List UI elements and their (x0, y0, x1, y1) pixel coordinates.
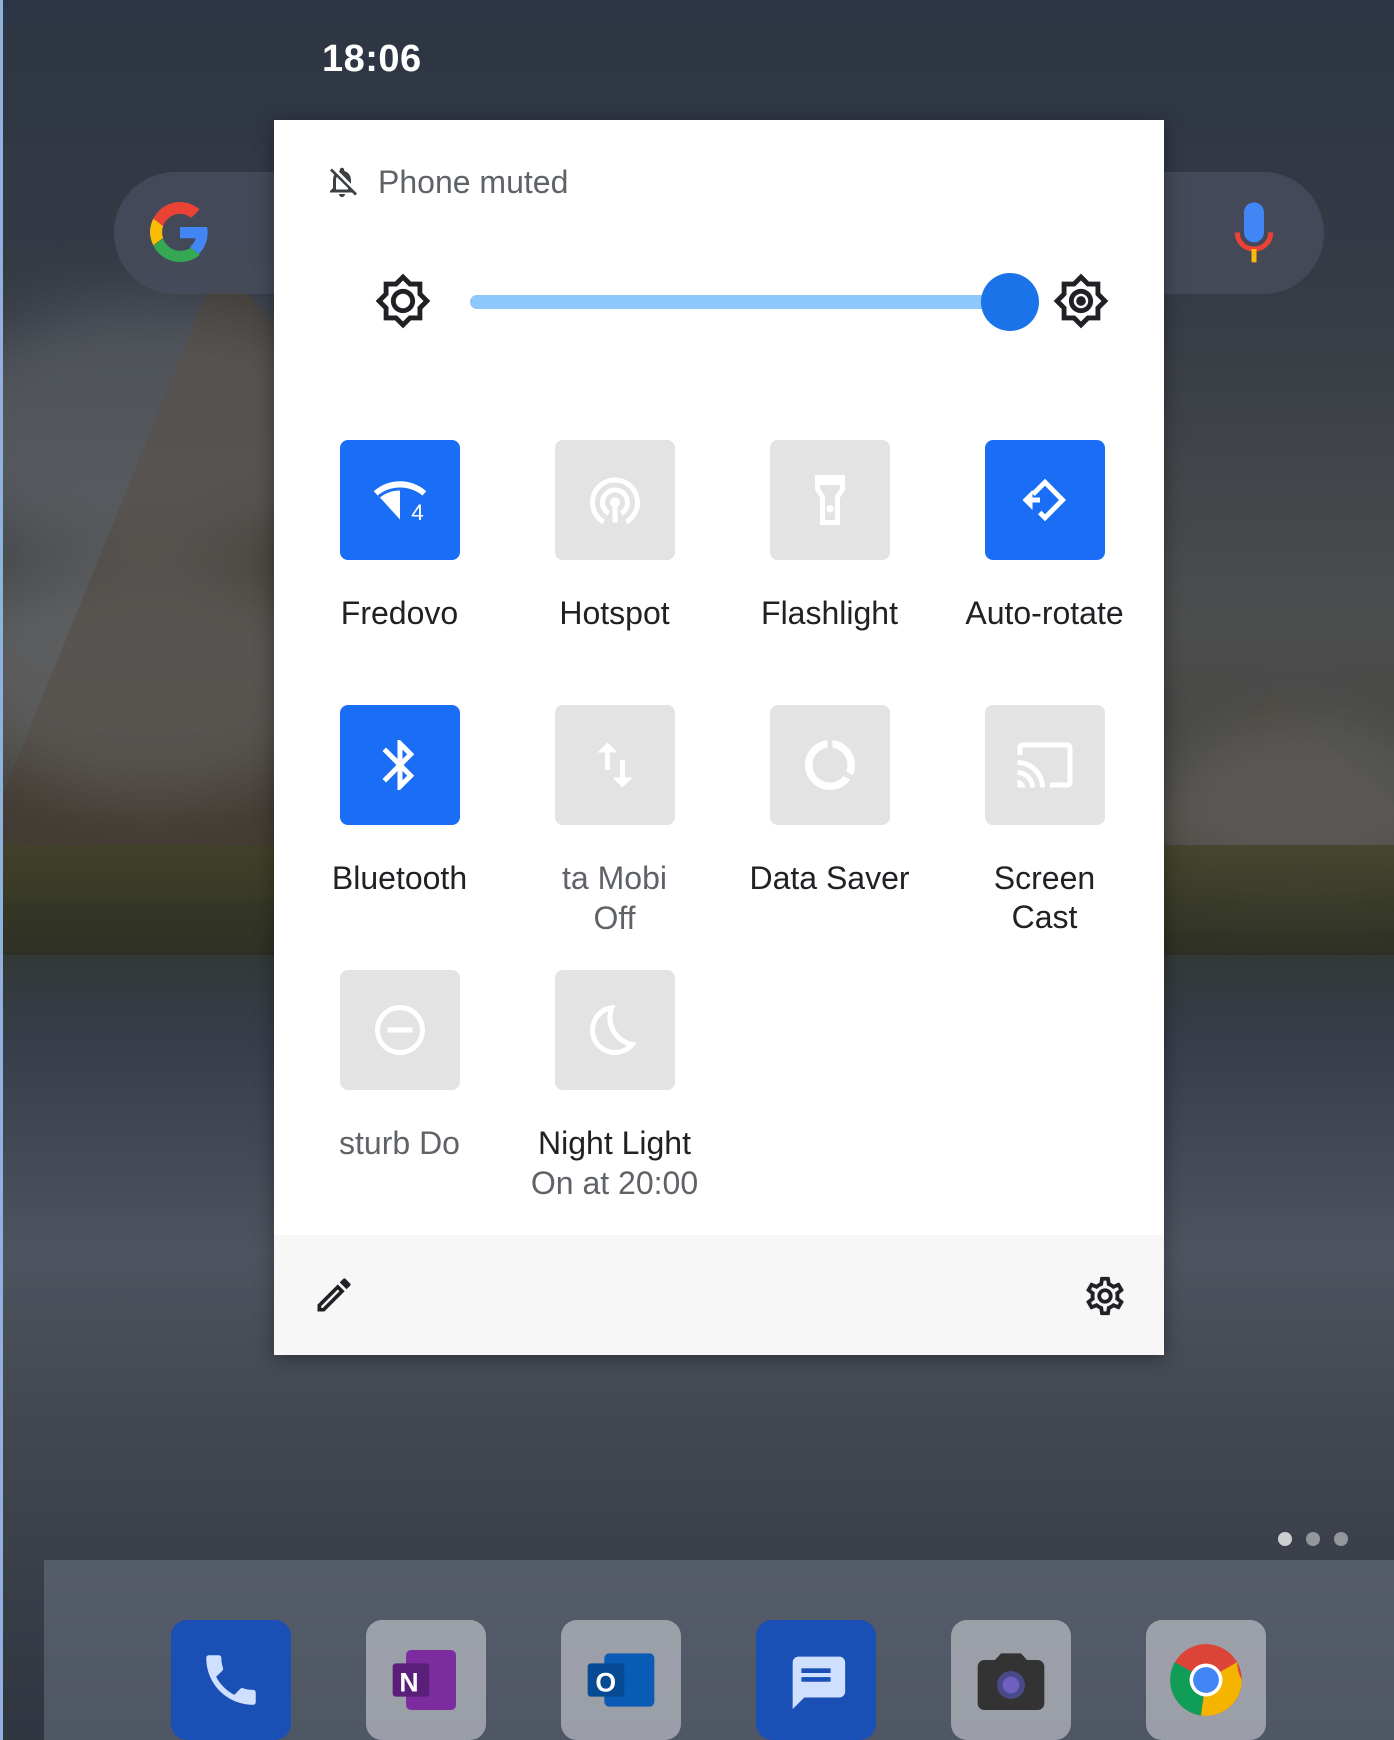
tile-hotspot[interactable]: Hotspot (507, 440, 722, 633)
page-dot (1306, 1532, 1320, 1546)
tile-auto-rotate[interactable]: Auto-rotate (937, 440, 1152, 633)
wifi-badge: 4 (411, 500, 424, 525)
tile-screen-cast[interactable]: Screen Cast (937, 705, 1152, 937)
screen-cast-icon (1017, 742, 1072, 788)
tile-do-not-disturb[interactable]: sturb Do (292, 970, 507, 1163)
do-not-disturb-icon (374, 1005, 425, 1055)
flashlight-icon (814, 475, 845, 525)
tile-night-light-button[interactable] (554, 970, 675, 1090)
data-saver-icon (804, 740, 855, 790)
tile-label: Bluetooth (331, 860, 468, 896)
bell-off-icon (330, 167, 357, 197)
tile-mobile-data[interactable]: ta Mobi Off (507, 705, 722, 938)
tile-bluetooth-button[interactable] (339, 705, 460, 825)
tile-label: Flashlight (761, 595, 898, 631)
phone-app-icon[interactable] (171, 1620, 291, 1740)
tile-label: Data Saver (749, 860, 910, 896)
tile-flashlight-button[interactable] (769, 440, 890, 560)
tile-label: Screen (993, 860, 1096, 896)
svg-text:O: O (595, 1668, 616, 1698)
brightness-high-icon[interactable] (1052, 272, 1110, 330)
tile-night-light[interactable]: Night Light On at 20:00 (507, 970, 722, 1203)
brightness-low-icon (375, 273, 431, 329)
phone-muted-header[interactable]: Phone muted (324, 162, 568, 202)
tile-wifi[interactable]: 4 Fredovo (292, 440, 507, 633)
tile-mobile-data-button[interactable] (554, 705, 675, 825)
microphone-icon[interactable] (1234, 202, 1274, 266)
tile-sublabel: Off (593, 900, 636, 936)
screen-edge (0, 0, 3, 1740)
tile-wifi-button[interactable]: 4 (339, 440, 460, 560)
camera-app-icon[interactable] (951, 1620, 1071, 1740)
phone-muted-text: Phone muted (378, 163, 569, 200)
tile-bluetooth[interactable]: Bluetooth (292, 705, 507, 898)
messages-app-icon[interactable] (756, 1620, 876, 1740)
tile-label: Hotspot (559, 595, 670, 631)
quick-settings-footer (274, 1235, 1164, 1355)
page-dot (1334, 1532, 1348, 1546)
tile-label: sturb Do (339, 1125, 460, 1161)
edit-icon[interactable] (312, 1273, 356, 1317)
tile-label: Auto-rotate (965, 595, 1124, 631)
quick-settings-panel: Phone muted 4 Fredovo Hotspot Flashlight… (274, 120, 1164, 1355)
mobile-data-icon (597, 742, 632, 788)
brightness-slider-fill (470, 295, 1010, 309)
hotspot-icon (589, 477, 640, 525)
page-indicator (1278, 1532, 1348, 1546)
settings-icon[interactable] (1082, 1273, 1128, 1319)
tile-label: ta Mobi (562, 860, 667, 896)
brightness-control (374, 270, 1109, 332)
outlook-app-icon[interactable]: O (561, 1620, 681, 1740)
tile-data-saver-button[interactable] (769, 705, 890, 825)
tile-sublabel: On at 20:00 (530, 1165, 699, 1201)
brightness-slider-thumb[interactable] (981, 273, 1039, 331)
page-dot (1278, 1532, 1292, 1546)
tile-label-line2: Cast (1011, 899, 1078, 935)
onenote-app-icon[interactable]: N (366, 1620, 486, 1740)
tile-screen-cast-button[interactable] (984, 705, 1105, 825)
tile-do-not-disturb-button[interactable] (339, 970, 460, 1090)
tile-auto-rotate-button[interactable] (984, 440, 1105, 560)
status-clock: 18:06 (322, 38, 422, 80)
tile-label: Fredovo (340, 595, 459, 631)
wifi-icon: 4 (373, 481, 426, 525)
auto-rotate-icon (1022, 478, 1066, 522)
google-logo-icon (150, 202, 208, 262)
tile-data-saver[interactable]: Data Saver (722, 705, 937, 898)
brightness-slider[interactable] (470, 273, 1039, 331)
tile-hotspot-button[interactable] (554, 440, 675, 560)
bluetooth-icon (382, 740, 414, 790)
tile-flashlight[interactable]: Flashlight (722, 440, 937, 633)
app-dock: N O (44, 1560, 1394, 1740)
svg-text:N: N (399, 1668, 418, 1698)
tile-label: Night Light (538, 1125, 691, 1161)
chrome-app-icon[interactable] (1146, 1620, 1266, 1740)
night-light-icon (589, 1005, 637, 1055)
